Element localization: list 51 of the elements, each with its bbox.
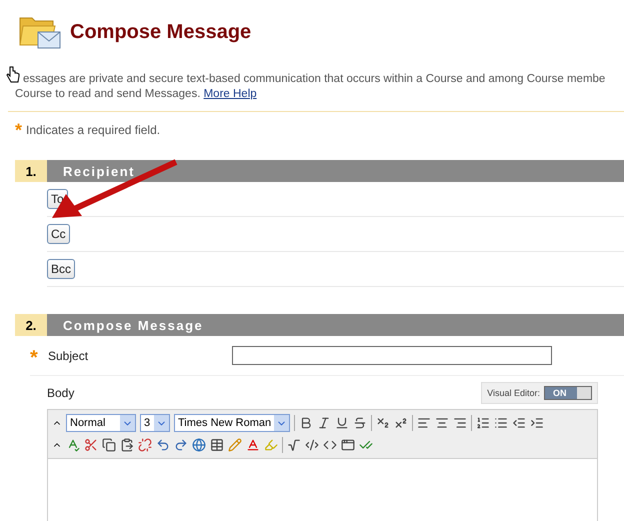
subscript-icon[interactable] [376, 416, 390, 430]
redo-icon[interactable] [174, 438, 188, 452]
description-text: Course to read and send Messages. More Help [15, 87, 258, 102]
paste-icon[interactable] [120, 438, 134, 452]
section-number: 1. [15, 160, 47, 182]
text-color-icon[interactable] [246, 438, 260, 452]
angle-brackets-icon[interactable] [323, 438, 337, 452]
globe-icon[interactable] [192, 438, 206, 452]
recipient-button[interactable]: Cc [47, 224, 70, 244]
section-header: Compose Message [47, 314, 624, 336]
visual-editor-label: Visual Editor: [487, 388, 540, 398]
subject-label: Subject [48, 348, 88, 362]
spellcheck-icon[interactable] [66, 438, 80, 452]
recipient-button[interactable]: Bcc [47, 259, 76, 279]
align-center-icon[interactable] [435, 416, 450, 430]
format-select[interactable]: Times New Roman [174, 414, 290, 432]
required-note: Indicates a required field. [26, 123, 160, 137]
body-editor[interactable]: Normal 3 Times New Roman [47, 409, 598, 521]
subject-field[interactable] [232, 346, 552, 365]
copy-icon[interactable] [102, 438, 116, 452]
align-right-icon[interactable] [453, 416, 468, 430]
scissors-icon[interactable] [84, 438, 98, 452]
bullet-list-icon[interactable] [494, 416, 508, 430]
visual-editor-toggle[interactable]: ON [544, 386, 592, 400]
code-icon[interactable] [305, 438, 319, 452]
outdent-icon[interactable] [512, 416, 526, 430]
format-select[interactable]: Normal [66, 414, 136, 432]
bold-icon[interactable] [299, 416, 314, 430]
body-label: Body [47, 386, 74, 400]
strikethrough-icon[interactable] [353, 416, 368, 430]
more-help-link[interactable]: More Help [204, 88, 257, 100]
indent-icon[interactable] [530, 416, 544, 430]
numbered-list-icon[interactable] [476, 416, 490, 430]
page-title: Compose Message [70, 20, 252, 44]
description-text: essages are private and secure text-based communication that occurs within a Course and among Course membe [23, 72, 606, 87]
undo-icon[interactable] [156, 438, 170, 452]
underline-icon[interactable] [335, 416, 350, 430]
required-asterisk: * [15, 124, 22, 136]
hand-cursor-icon [6, 66, 20, 84]
unlink-icon[interactable] [138, 438, 152, 452]
superscript-icon[interactable] [394, 416, 408, 430]
section-header: Recipient [47, 160, 624, 182]
section-number: 2. [15, 314, 47, 336]
square-root-icon[interactable] [287, 438, 301, 452]
format-select[interactable]: 3 [140, 414, 170, 432]
window-icon[interactable] [341, 438, 355, 452]
required-asterisk: * [30, 352, 39, 364]
table-icon[interactable] [210, 438, 224, 452]
italic-icon[interactable] [317, 416, 332, 430]
align-left-icon[interactable] [417, 416, 432, 430]
check-icon[interactable] [359, 438, 373, 452]
